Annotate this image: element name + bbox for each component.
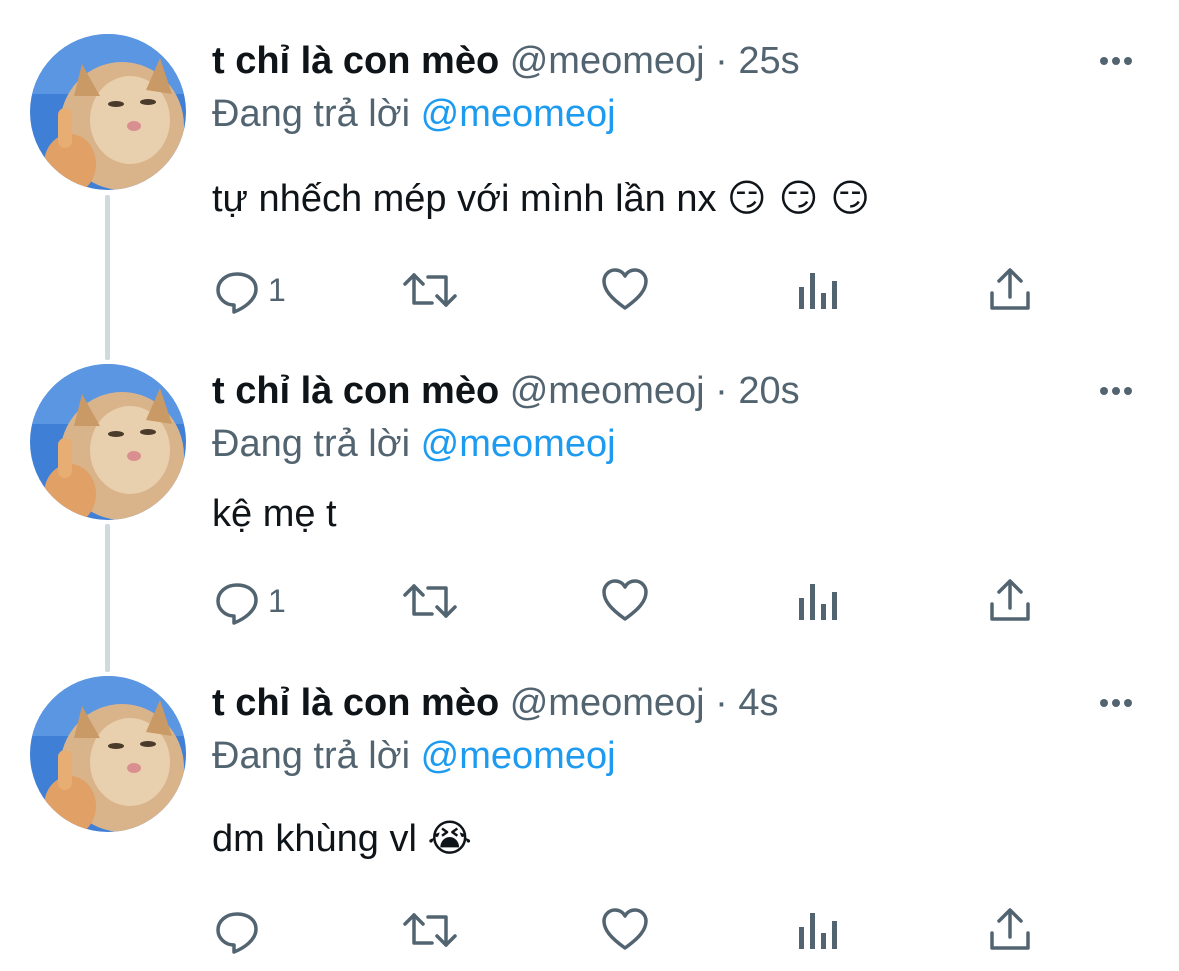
avatar[interactable] <box>30 364 186 520</box>
action-bar: 1 <box>212 265 1052 315</box>
tweet-header: t chỉ là con mèo @meomeoj · 4s <box>212 680 779 726</box>
tweet[interactable]: t chỉ là con mèo @meomeoj · 20s Đang trả… <box>0 340 1179 660</box>
reply-button[interactable]: 1 <box>212 576 286 626</box>
more-icon[interactable] <box>1096 381 1136 401</box>
views-button[interactable] <box>797 576 841 626</box>
more-icon[interactable] <box>1096 51 1136 71</box>
retweet-icon <box>403 273 457 307</box>
share-button[interactable] <box>987 905 1033 955</box>
views-icon <box>799 273 837 309</box>
reply-count: 1 <box>268 582 286 619</box>
tweet-header: t chỉ là con mèo @meomeoj · 25s <box>212 38 800 84</box>
like-button[interactable] <box>600 576 650 626</box>
tweet-text: dm khùng vl 😭 <box>212 815 472 862</box>
reply-icon <box>216 912 258 954</box>
replying-prefix: Đang trả lời <box>212 93 421 135</box>
tweet-body: kệ mẹ t <box>212 493 337 535</box>
separator: · <box>704 370 739 412</box>
like-icon <box>602 268 648 310</box>
reply-icon <box>216 272 258 314</box>
user-handle[interactable]: @meomeoj <box>510 40 705 82</box>
replying-to: Đang trả lời @meomeoj <box>212 91 616 137</box>
replying-to: Đang trả lời @meomeoj <box>212 421 616 467</box>
user-handle[interactable]: @meomeoj <box>510 682 705 724</box>
retweet-button[interactable] <box>402 576 458 626</box>
more-icon[interactable] <box>1096 693 1136 713</box>
tweet-text: tự nhếch mép với mình lần nx 😏 😏 😏 <box>212 175 870 222</box>
separator: · <box>704 682 739 724</box>
avatar-image <box>30 364 186 520</box>
separator: · <box>704 40 739 82</box>
user-handle[interactable]: @meomeoj <box>510 370 705 412</box>
reply-count: 1 <box>268 271 286 308</box>
tweet-header: t chỉ là con mèo @meomeoj · 20s <box>212 368 800 414</box>
timestamp[interactable]: 25s <box>738 40 799 82</box>
timestamp[interactable]: 20s <box>738 370 799 412</box>
views-icon <box>799 584 837 620</box>
tweet[interactable]: t chỉ là con mèo @meomeoj · 25s Đang trả… <box>0 0 1179 340</box>
display-name[interactable]: t chỉ là con mèo <box>212 370 499 412</box>
tweet-text: kệ mẹ t <box>212 490 337 537</box>
share-icon <box>990 268 1030 310</box>
avatar[interactable] <box>30 676 186 832</box>
tweet-body: dm khùng vl <box>212 818 417 860</box>
mention-link[interactable]: @meomeoj <box>421 423 616 465</box>
like-icon <box>602 908 648 950</box>
tweet[interactable]: t chỉ là con mèo @meomeoj · 4s Đang trả … <box>0 660 1179 971</box>
display-name[interactable]: t chỉ là con mèo <box>212 40 499 82</box>
action-bar <box>212 905 1052 955</box>
retweet-icon <box>403 584 457 618</box>
avatar[interactable] <box>30 34 186 190</box>
like-button[interactable] <box>600 905 650 955</box>
reply-button[interactable]: 1 <box>212 265 286 315</box>
avatar-image <box>30 676 186 832</box>
tweet-body: tự nhếch mép với mình lần nx <box>212 178 717 220</box>
share-icon <box>990 908 1030 950</box>
mention-link[interactable]: @meomeoj <box>421 93 616 135</box>
share-button[interactable] <box>987 576 1033 626</box>
reply-icon <box>216 583 258 625</box>
like-button[interactable] <box>600 265 650 315</box>
retweet-icon <box>403 913 457 947</box>
mention-link[interactable]: @meomeoj <box>421 735 616 777</box>
views-icon <box>799 913 837 949</box>
timestamp[interactable]: 4s <box>738 682 778 724</box>
views-button[interactable] <box>797 905 841 955</box>
replying-prefix: Đang trả lời <box>212 423 421 465</box>
like-icon <box>602 579 648 621</box>
replying-to: Đang trả lời @meomeoj <box>212 733 616 779</box>
views-button[interactable] <box>797 265 841 315</box>
tweet-emojis: 😭 <box>427 816 472 860</box>
share-button[interactable] <box>987 265 1033 315</box>
share-icon <box>990 579 1030 621</box>
replying-prefix: Đang trả lời <box>212 735 421 777</box>
avatar-image <box>30 34 186 190</box>
retweet-button[interactable] <box>402 265 458 315</box>
action-bar: 1 <box>212 576 1052 626</box>
reply-button[interactable] <box>212 905 268 955</box>
display-name[interactable]: t chỉ là con mèo <box>212 682 499 724</box>
tweet-emojis: 😏 😏 😏 <box>727 176 871 220</box>
retweet-button[interactable] <box>402 905 458 955</box>
